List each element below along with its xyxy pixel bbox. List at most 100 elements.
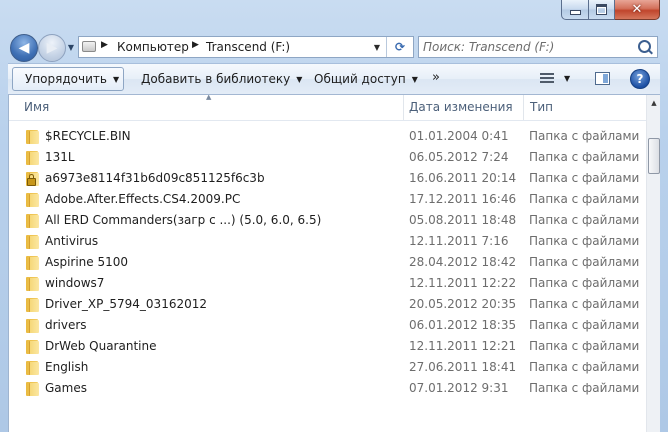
breadcrumb-computer[interactable]: Компьютер bbox=[117, 40, 189, 54]
change-view-button[interactable] bbox=[540, 73, 554, 84]
preview-pane-button[interactable] bbox=[595, 72, 610, 85]
view-icon bbox=[540, 81, 554, 83]
file-name: a6973e8114f31b6d09c851125f6c3b bbox=[45, 171, 265, 185]
file-row[interactable]: Driver_XP_5794_03162012 20.05.2012 20:35 П… bbox=[9, 294, 646, 315]
file-row[interactable]: windows7 12.11.2011 12:22 Папка с файлами bbox=[9, 273, 646, 294]
folder-front-shape bbox=[29, 215, 39, 228]
command-bar: Упорядочить ▼ Добавить в библиотеку ▼ Общи… bbox=[8, 63, 660, 95]
search-input[interactable] bbox=[423, 39, 623, 55]
file-type: Папка с файлами bbox=[529, 339, 640, 353]
file-type: Папка с файлами bbox=[529, 213, 640, 227]
file-name: $RECYCLE.BIN bbox=[45, 129, 131, 143]
search-box bbox=[418, 36, 658, 58]
folder-icon bbox=[26, 361, 39, 375]
file-row[interactable]: drivers 06.01.2012 18:35 Папка с файлами bbox=[9, 315, 646, 336]
help-icon: ? bbox=[636, 72, 644, 86]
file-name: Games bbox=[45, 381, 87, 395]
scroll-thumb[interactable] bbox=[648, 138, 660, 174]
file-row[interactable]: DrWeb Quarantine 12.11.2011 12:21 Папка с … bbox=[9, 336, 646, 357]
view-options-dropdown[interactable]: ▼ bbox=[564, 74, 570, 83]
organize-menu[interactable]: Упорядочить ▼ bbox=[25, 72, 119, 86]
folder-icon bbox=[26, 340, 39, 354]
file-row[interactable]: a6973e8114f31b6d09c851125f6c3b 16.06.2011… bbox=[9, 168, 646, 189]
folder-icon bbox=[26, 256, 39, 270]
close-icon: ✕ bbox=[631, 2, 643, 17]
file-date-modified: 17.12.2011 16:46 bbox=[409, 192, 517, 206]
recent-pages-dropdown[interactable]: ▼ bbox=[66, 43, 76, 53]
file-date-modified: 06.01.2012 18:35 bbox=[409, 318, 517, 332]
close-button[interactable]: ✕ bbox=[615, 0, 660, 20]
address-bar[interactable]: ▶ Компьютер ▶ Transcend (F:) ▼ ⟳ bbox=[78, 36, 414, 58]
search-icon[interactable] bbox=[638, 40, 651, 53]
folder-icon bbox=[26, 214, 39, 228]
more-commands-button[interactable]: » bbox=[432, 70, 440, 85]
folder-front-shape bbox=[29, 257, 39, 270]
file-date-modified: 12.11.2011 12:21 bbox=[409, 339, 517, 353]
breadcrumb-separator[interactable]: ▶ bbox=[192, 40, 199, 50]
file-row[interactable]: Aspirine 5100 28.04.2012 18:42 Папка с фай… bbox=[9, 252, 646, 273]
file-row[interactable]: $RECYCLE.BIN 01.01.2004 0:41 Папка с файла… bbox=[9, 126, 646, 147]
folder-icon bbox=[26, 130, 39, 144]
folder-front-shape bbox=[29, 131, 39, 144]
file-date-modified: 20.05.2012 20:35 bbox=[409, 297, 517, 311]
folder-front-shape bbox=[29, 362, 39, 375]
organize-label: Упорядочить bbox=[25, 72, 107, 86]
file-name: English bbox=[45, 360, 89, 374]
file-date-modified: 12.11.2011 12:22 bbox=[409, 276, 517, 290]
file-type: Папка с файлами bbox=[529, 276, 640, 290]
file-date-modified: 27.06.2011 18:41 bbox=[409, 360, 517, 374]
file-row[interactable]: English 27.06.2011 18:41 Папка с файлами bbox=[9, 357, 646, 378]
column-name[interactable]: Имя bbox=[9, 95, 404, 120]
chevron-down-icon: ▼ bbox=[112, 75, 120, 84]
refresh-icon: ⟳ bbox=[394, 40, 406, 54]
file-date-modified: 07.01.2012 9:31 bbox=[409, 381, 509, 395]
file-row[interactable]: Adobe.After.Effects.CS4.2009.PC 17.12.201… bbox=[9, 189, 646, 210]
folder-icon bbox=[26, 235, 39, 249]
file-type: Папка с файлами bbox=[529, 255, 640, 269]
address-history-dropdown[interactable]: ▼ bbox=[369, 38, 385, 56]
folder-icon bbox=[26, 319, 39, 333]
file-row[interactable]: 131L 06.05.2012 7:24 Папка с файлами bbox=[9, 147, 646, 168]
file-name: Antivirus bbox=[45, 234, 99, 248]
file-type: Папка с файлами bbox=[529, 381, 640, 395]
arrow-up-icon: ▲ bbox=[651, 99, 657, 107]
breadcrumb-transcend[interactable]: Transcend (F:) bbox=[206, 40, 290, 54]
arrow-right-icon: ▶ bbox=[46, 40, 58, 56]
folder-icon bbox=[26, 193, 39, 207]
share-button[interactable]: Общий доступ ▼ bbox=[314, 72, 418, 86]
minimize-icon bbox=[569, 10, 581, 15]
caption-buttons: ✕ bbox=[561, 0, 660, 20]
folder-icon bbox=[26, 298, 39, 312]
folder-front-shape bbox=[29, 278, 39, 291]
column-date-modified[interactable]: Дата изменения bbox=[404, 95, 524, 120]
file-date-modified: 16.06.2011 20:14 bbox=[409, 171, 517, 185]
file-type: Папка с файлами bbox=[529, 360, 640, 374]
folder-icon bbox=[26, 151, 39, 165]
folder-front-shape bbox=[29, 236, 39, 249]
view-icon bbox=[540, 73, 554, 75]
back-button[interactable]: ◀ bbox=[10, 34, 38, 62]
file-row[interactable]: Antivirus 12.11.2011 7:16 Папка с файлами bbox=[9, 231, 646, 252]
file-date-modified: 12.11.2011 7:16 bbox=[409, 234, 509, 248]
file-name: 131L bbox=[45, 150, 75, 164]
minimize-button[interactable] bbox=[561, 0, 589, 20]
arrow-left-icon: ◀ bbox=[18, 40, 30, 56]
file-row[interactable]: Games 07.01.2012 9:31 Папка с файлами bbox=[9, 378, 646, 399]
file-name: DrWeb Quarantine bbox=[45, 339, 157, 353]
scroll-up-button[interactable]: ▲ bbox=[647, 95, 660, 111]
breadcrumb-separator[interactable]: ▶ bbox=[101, 40, 108, 50]
column-type[interactable]: Тип bbox=[524, 95, 646, 120]
explorer-window: ✕ ◀ ▶ ▼ ▶ Компьютер ▶ Transcend (F:) ▼ ⟳… bbox=[0, 0, 668, 432]
maximize-button[interactable] bbox=[589, 0, 615, 20]
help-button[interactable]: ? bbox=[630, 69, 650, 89]
vertical-scrollbar[interactable]: ▲ bbox=[646, 95, 660, 432]
folder-front-shape bbox=[29, 383, 39, 396]
file-row[interactable]: All ERD Commanders(загр с ...) (5.0, 6.0… bbox=[9, 210, 646, 231]
file-type: Папка с файлами bbox=[529, 297, 640, 311]
add-to-library-button[interactable]: Добавить в библиотеку ▼ bbox=[141, 72, 302, 86]
forward-button[interactable]: ▶ bbox=[38, 34, 66, 62]
file-type: Папка с файлами bbox=[529, 318, 640, 332]
maximize-icon bbox=[596, 4, 607, 15]
refresh-button[interactable]: ⟳ bbox=[386, 37, 413, 57]
file-name: All ERD Commanders(загр с ...) (5.0, 6.0… bbox=[45, 213, 322, 227]
